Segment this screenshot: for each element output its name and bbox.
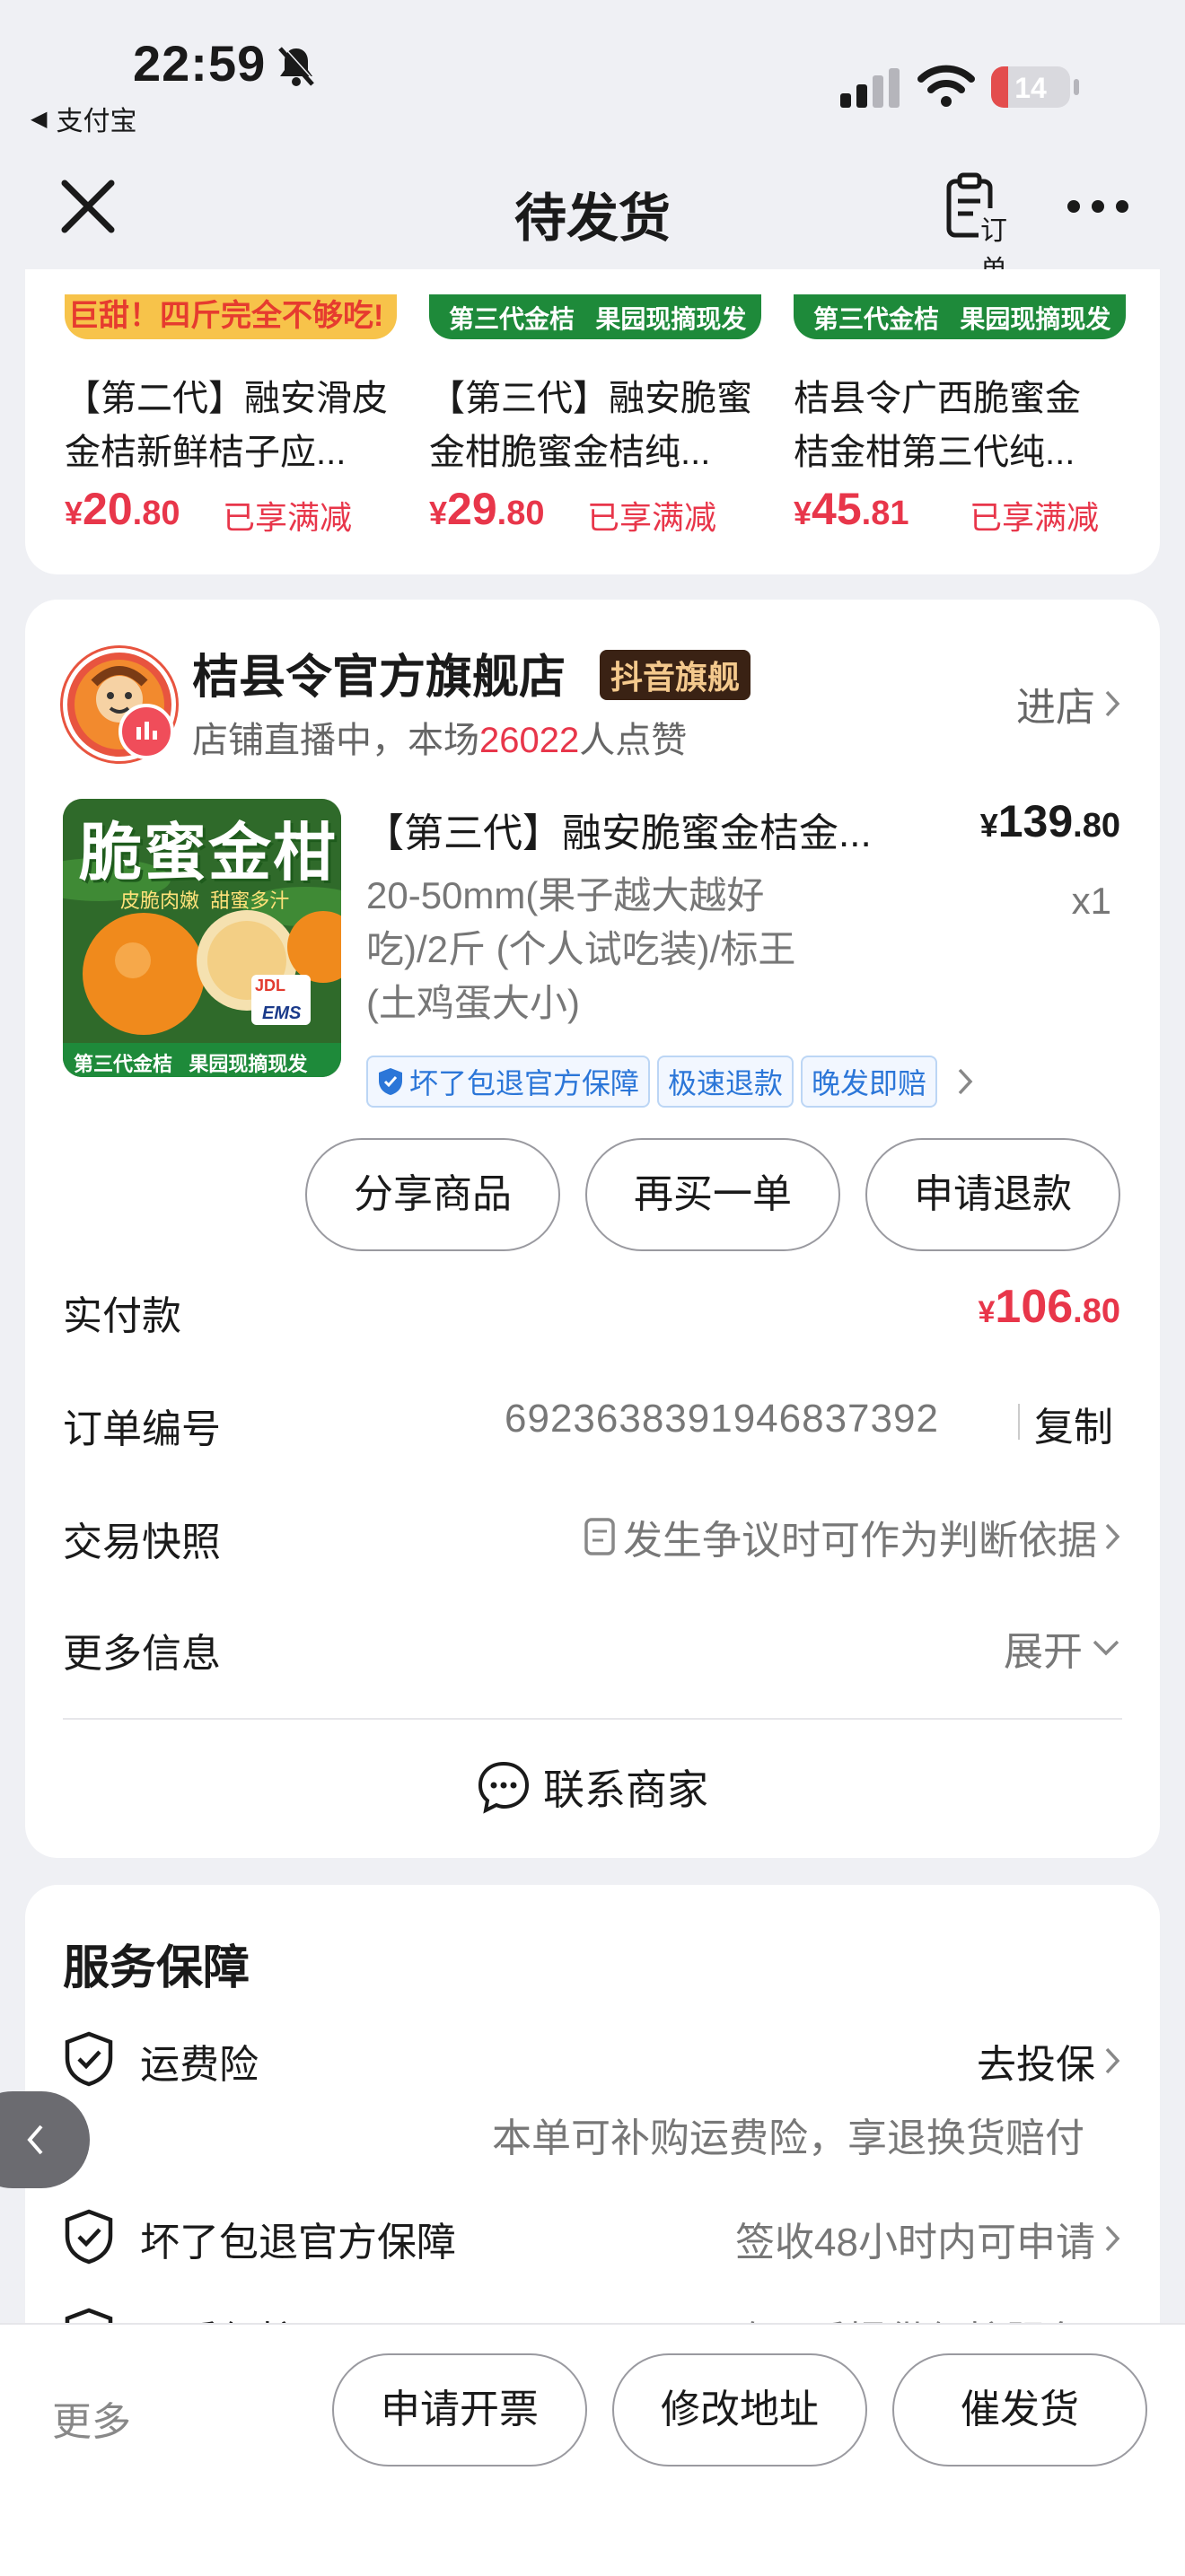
order-number: 6923638391946837392 xyxy=(505,1397,939,1441)
rec-promo: 已享满减 xyxy=(223,499,353,536)
live-badge-icon xyxy=(118,704,174,759)
jd-logo: JDL xyxy=(255,977,286,994)
chevron-down-icon xyxy=(1093,1640,1119,1656)
chevron-right-icon xyxy=(958,1068,973,1095)
product-image[interactable]: 脆蜜金柑 皮脆肉嫩 甜蜜多汁 JDL EMS 第三代金桔 果园现摘现发 xyxy=(63,799,341,1077)
share-product-button[interactable]: 分享商品 xyxy=(305,1138,560,1251)
product-image-title: 脆蜜金柑 xyxy=(79,818,338,888)
request-refund-button[interactable]: 申请退款 xyxy=(865,1138,1120,1251)
rec-name: 【第二代】融安滑皮 金桔新鲜桔子应... xyxy=(65,379,388,472)
divider xyxy=(63,1718,1122,1720)
rec-banner: 巨甜！四斤完全不够吃! xyxy=(68,299,384,333)
store-badge: 抖音旗舰 xyxy=(600,650,751,700)
product-image-subtitle: 皮脆肉嫩 甜蜜多汁 xyxy=(120,889,290,912)
chevron-right-icon xyxy=(1105,1523,1120,1550)
product-price: ¥139.80 xyxy=(979,796,1120,846)
order-button[interactable]: 订单 xyxy=(944,172,1031,287)
status-time: 22:59 xyxy=(133,35,267,92)
rec-price: ¥29.80 xyxy=(429,484,545,534)
shield-check-icon xyxy=(63,2030,115,2088)
like-count: 26022 xyxy=(479,721,580,760)
rec-price: ¥20.80 xyxy=(65,484,180,534)
product-spec: 20-50mm(果子越大越好 吃)/2斤 (个人试吃装)/标王 (土鸡蛋大小) xyxy=(366,874,796,1024)
rec-price: ¥45.81 xyxy=(794,484,909,534)
chat-icon xyxy=(478,1761,530,1814)
bottom-action-bar: 更多 申请开票 修改地址 催发货 xyxy=(0,2323,1185,2576)
snapshot-link[interactable]: 发生争议时可作为判断依据 xyxy=(584,1508,1120,1565)
copy-button[interactable]: 复制 xyxy=(1034,1395,1113,1452)
back-triangle-icon: ◀ xyxy=(31,106,48,131)
more-actions-link[interactable]: 更多 xyxy=(52,2389,131,2447)
store-name[interactable]: 桔县令官方旗舰店 xyxy=(192,639,566,706)
rec-banner: 第三代金桔 果园现摘现发 xyxy=(813,305,1111,333)
snapshot-label: 交易快照 xyxy=(63,1520,221,1564)
recommendation-card: 巨甜！四斤完全不够吃! 【第二代】融安滑皮 金桔新鲜桔子应... ¥20.80 已… xyxy=(25,269,1160,574)
tag-late-compensation: 晚发即赔 xyxy=(801,1056,938,1108)
signal-icon xyxy=(840,68,900,108)
wifi-icon xyxy=(917,63,975,108)
chevron-right-icon xyxy=(1105,2225,1120,2252)
rec-thumb: 第三代金桔 果园现摘现发 xyxy=(429,294,761,339)
chevron-left-icon xyxy=(27,2125,43,2155)
paid-label: 实付款 xyxy=(63,1294,181,1338)
damage-guarantee-link[interactable]: 签收48小时内可申请 xyxy=(735,2210,1120,2267)
urge-shipment-button[interactable]: 催发货 xyxy=(892,2353,1147,2466)
shield-icon xyxy=(379,1068,402,1095)
back-app-label: 支付宝 xyxy=(56,107,137,136)
tag-guarantee: 坏了包退官方保障 xyxy=(366,1056,651,1108)
rec-promo: 已享满减 xyxy=(587,499,717,536)
order-card: 桔县令官方旗舰店 抖音旗舰 店铺直播中，本场26022人点赞 进店 脆蜜金柑 皮… xyxy=(25,600,1160,1858)
shipping-insurance-label: 运费险 xyxy=(140,2043,259,2087)
rebuy-button[interactable]: 再买一单 xyxy=(585,1138,840,1251)
back-to-app-link[interactable]: ◀ 支付宝 xyxy=(31,99,136,138)
battery-tip xyxy=(1074,79,1079,95)
damage-guarantee-label: 坏了包退官方保障 xyxy=(140,2221,456,2265)
enter-store-link[interactable]: 进店 xyxy=(1016,675,1120,732)
more-menu-icon[interactable] xyxy=(1066,199,1129,214)
rec-name: 【第三代】融安脆蜜 金柑脆蜜金桔纯... xyxy=(429,379,752,472)
product-title[interactable]: 【第三代】融安脆蜜金桔金... xyxy=(364,801,872,858)
shield-check-icon xyxy=(63,2208,115,2265)
guarantee-tags[interactable]: 坏了包退官方保障 极速退款 晚发即赔 xyxy=(366,1056,973,1108)
chevron-right-icon xyxy=(1105,2047,1120,2074)
contact-merchant-button[interactable]: 联系商家 xyxy=(25,1757,1160,1817)
battery-indicator: 14 xyxy=(991,66,1070,108)
order-number-label: 订单编号 xyxy=(63,1407,221,1451)
chevron-right-icon xyxy=(1105,690,1120,717)
buy-insurance-link[interactable]: 去投保 xyxy=(977,2032,1120,2090)
rec-promo: 已享满减 xyxy=(970,499,1100,536)
ems-logo: EMS xyxy=(262,1003,302,1023)
mute-icon xyxy=(276,45,316,88)
expand-button[interactable]: 展开 xyxy=(1004,1619,1120,1677)
divider xyxy=(1018,1404,1020,1440)
product-image-banner: 第三代金桔 果园现摘现发 xyxy=(74,1053,308,1075)
tag-fast-refund: 极速退款 xyxy=(657,1056,794,1108)
change-address-button[interactable]: 修改地址 xyxy=(612,2353,867,2466)
rec-name: 桔县令广西脆蜜金 桔金柑第三代纯... xyxy=(794,379,1081,472)
document-icon xyxy=(584,1518,615,1555)
rec-banner: 第三代金桔 果园现摘现发 xyxy=(449,305,747,333)
rec-thumb: 第三代金桔 果园现摘现发 xyxy=(794,294,1126,339)
shipping-insurance-note: 本单可补购运费险，享退换货赔付 xyxy=(492,2116,1084,2160)
rec-thumb: 巨甜！四斤完全不够吃! xyxy=(65,294,397,339)
more-info-label: 更多信息 xyxy=(63,1632,221,1676)
paid-amount: ¥106.80 xyxy=(978,1281,1120,1333)
store-live-info: 店铺直播中，本场26022人点赞 xyxy=(192,721,688,760)
battery-level: 14 xyxy=(1014,72,1047,104)
product-quantity: x1 xyxy=(1071,880,1111,922)
request-invoice-button[interactable]: 申请开票 xyxy=(332,2353,587,2466)
service-title: 服务保障 xyxy=(63,1942,250,1994)
